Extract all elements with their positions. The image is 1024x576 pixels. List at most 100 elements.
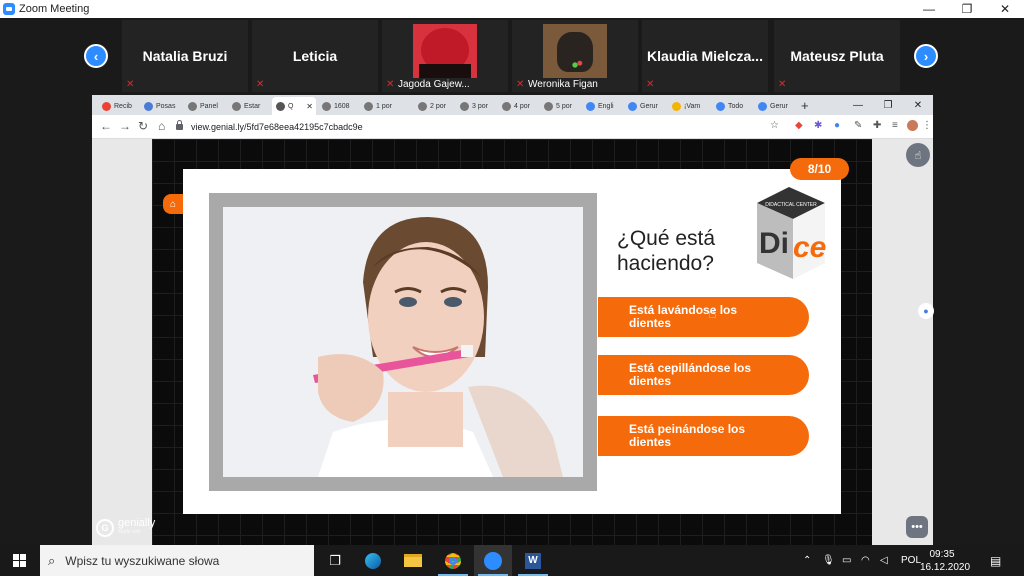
folder-icon xyxy=(404,554,422,567)
chrome-icon xyxy=(364,101,373,111)
address-url: view.genial.ly/5fd7e68eea42195c7cbadc9e xyxy=(191,122,363,132)
browser-tab[interactable]: Engli xyxy=(582,97,622,115)
browser-tab[interactable]: Recib xyxy=(98,97,138,115)
forward-arrow-icon[interactable]: → xyxy=(119,119,131,133)
reload-icon[interactable]: ↻ xyxy=(138,119,148,133)
participant-name: Natalia Bruzi xyxy=(142,48,228,64)
google-icon xyxy=(586,101,595,111)
zoom-window-title: Zoom Meeting xyxy=(19,3,90,15)
browser-tab[interactable]: 1 por xyxy=(360,97,400,115)
lock-icon xyxy=(176,120,183,130)
bookmark-star-icon[interactable]: ☆ xyxy=(770,120,779,131)
wifi-icon[interactable]: ◠ xyxy=(861,545,870,576)
hand-cursor-icon: ☝ xyxy=(708,305,717,321)
gallery-next-button[interactable]: › xyxy=(914,44,938,68)
file-explorer-app[interactable] xyxy=(394,545,432,576)
task-view-button[interactable]: ❐ xyxy=(316,545,354,576)
chevron-left-icon: ‹ xyxy=(93,48,99,64)
address-bar[interactable]: view.genial.ly/5fd7e68eea42195c7cbadc9e xyxy=(176,118,776,136)
mic-muted-icon: ✕ xyxy=(516,79,525,90)
browser-tab[interactable]: Todo xyxy=(712,97,752,115)
home-icon[interactable]: ⌂ xyxy=(158,119,165,133)
menu-dots-icon[interactable]: ⋮ xyxy=(922,120,932,131)
woman-brushing-teeth-illustration xyxy=(223,207,583,477)
back-arrow-icon[interactable]: ← xyxy=(100,119,112,133)
new-tab-button[interactable]: + xyxy=(801,98,809,113)
mic-icon[interactable]: ● xyxy=(918,303,934,319)
participant-tile[interactable]: Natalia Bruzi ✕ xyxy=(122,20,248,92)
extension-icon[interactable]: ✱ xyxy=(814,120,822,131)
touch-icon[interactable]: ☝ xyxy=(906,143,930,167)
participant-tile[interactable]: ✕ Jagoda Gajew... xyxy=(382,20,508,92)
browser-close-button[interactable]: ✕ xyxy=(903,95,933,115)
participant-video xyxy=(543,24,607,78)
battery-icon[interactable]: ▭ xyxy=(842,545,851,576)
browser-tab[interactable]: 3 por xyxy=(456,97,496,115)
browser-tab[interactable]: Posas xyxy=(140,97,180,115)
edge-app[interactable] xyxy=(354,545,392,576)
zoom-app-icon xyxy=(3,3,15,15)
more-options-button[interactable]: ••• xyxy=(906,516,928,538)
volume-icon[interactable]: ◁ xyxy=(880,545,888,576)
browser-tab[interactable]: Gerur xyxy=(624,97,664,115)
browser-tab[interactable]: Panel xyxy=(184,97,224,115)
google-icon xyxy=(758,101,767,111)
reading-list-icon[interactable]: ≡ xyxy=(892,120,898,131)
notifications-icon[interactable]: ▤ xyxy=(990,545,1001,576)
zoom-minimize-button[interactable]: — xyxy=(910,0,948,18)
extension-icon[interactable]: ◆ xyxy=(795,120,803,131)
word-app[interactable]: W xyxy=(514,545,552,576)
extension-icon[interactable]: ✎ xyxy=(854,120,862,131)
close-tab-icon[interactable]: ✕ xyxy=(306,102,313,111)
browser-tab[interactable]: 1608 xyxy=(318,97,358,115)
mic-muted-icon: ✕ xyxy=(386,79,395,90)
chrome-app[interactable] xyxy=(434,545,472,576)
chrome-icon xyxy=(418,101,427,111)
participant-video xyxy=(413,24,477,78)
participant-tile[interactable]: Mateusz Pluta ✕ xyxy=(774,20,900,92)
browser-tab[interactable]: 2 por xyxy=(414,97,454,115)
genially-brand[interactable]: G genially Made with xyxy=(96,518,155,537)
browser-tab-active[interactable]: Q ✕ xyxy=(272,97,316,115)
browser-tab[interactable]: 5 por xyxy=(540,97,580,115)
language-indicator[interactable]: POL xyxy=(901,545,921,576)
answer-option[interactable]: Está cepillándose los dientes xyxy=(598,355,809,395)
mic-tray-icon[interactable]: 🎙 xyxy=(822,545,835,576)
participant-tile[interactable]: Leticia ✕ xyxy=(252,20,378,92)
taskbar-clock[interactable]: 09:35 16.12.2020 xyxy=(920,548,971,574)
gallery-prev-button[interactable]: ‹ xyxy=(84,44,108,68)
search-placeholder: Wpisz tu wyszukiwane słowa xyxy=(65,553,220,568)
profile-avatar[interactable] xyxy=(907,120,918,131)
home-icon: ⌂ xyxy=(169,198,177,210)
browser-window: Recib Posas Panel Estar Q ✕ 1608 1 por 2 … xyxy=(92,95,934,545)
taskbar-search[interactable]: ⌕ Wpisz tu wyszukiwane słowa xyxy=(40,545,314,576)
browser-tab[interactable]: 4 por xyxy=(498,97,538,115)
browser-restore-button[interactable]: ❐ xyxy=(873,95,903,115)
answer-option[interactable]: Está peinándose los dientes xyxy=(598,416,809,456)
photo-frame xyxy=(209,193,597,491)
browser-minimize-button[interactable]: — xyxy=(843,95,873,115)
tray-chevron-icon[interactable]: ⌃ xyxy=(803,545,811,576)
home-button[interactable]: ⌂ xyxy=(163,194,183,214)
participant-tile[interactable]: ✕ Weronika Figan xyxy=(512,20,638,92)
participant-tile[interactable]: Klaudia Mielcza... ✕ xyxy=(642,20,768,92)
google-icon xyxy=(716,101,725,111)
zoom-restore-button[interactable]: ❐ xyxy=(948,0,986,18)
chevron-right-icon: › xyxy=(923,48,929,64)
chrome-icon xyxy=(322,101,331,111)
mic-extension-icon[interactable]: ● xyxy=(834,120,840,131)
gmail-icon xyxy=(102,101,111,111)
zoom-window-controls: — ❐ ✕ xyxy=(910,0,1024,18)
zoom-close-button[interactable]: ✕ xyxy=(986,0,1024,18)
clock-time: 09:35 xyxy=(929,549,955,560)
start-button[interactable] xyxy=(0,545,38,576)
browser-tab[interactable]: ¡Vam xyxy=(668,97,708,115)
puzzle-icon[interactable]: ✚ xyxy=(873,120,881,131)
chrome-icon xyxy=(188,101,197,111)
clock-date: 16.12.2020 xyxy=(920,562,971,573)
zoom-app[interactable] xyxy=(474,545,512,576)
browser-tab[interactable]: Estar xyxy=(228,97,268,115)
browser-tab[interactable]: Gerur xyxy=(754,97,794,115)
answer-option[interactable]: Está lavándose los dientes xyxy=(598,297,809,337)
quiz-photo xyxy=(223,207,583,477)
